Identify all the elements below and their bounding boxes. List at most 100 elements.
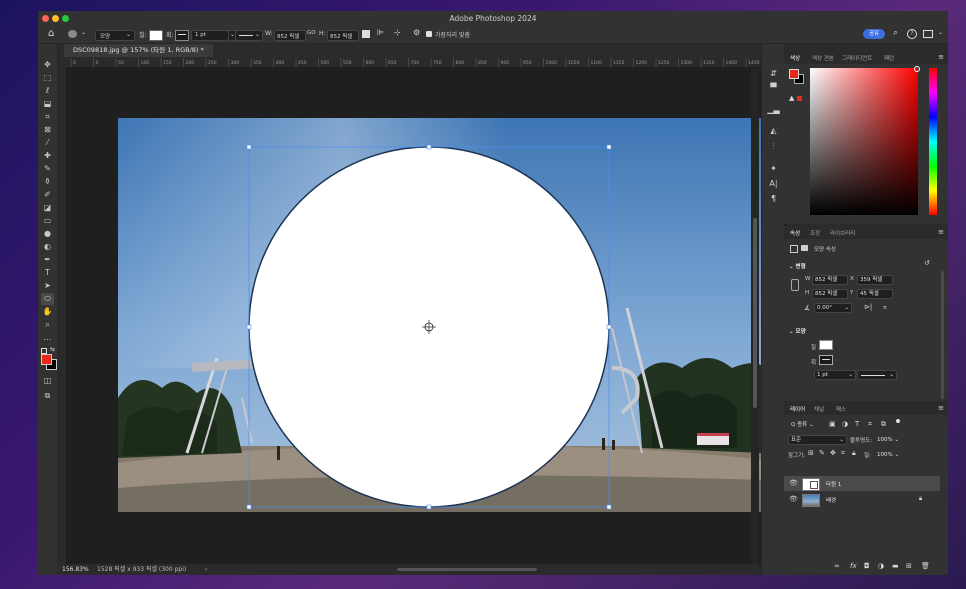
share-button[interactable]: 공유 <box>863 29 885 39</box>
lock-artboard-icon[interactable]: ⌗ <box>841 449 845 458</box>
move-tool-icon[interactable]: ✥ <box>41 59 54 71</box>
adjustment-layer-icon[interactable]: ◑ <box>878 562 884 570</box>
brush-tool-icon[interactable]: ✎ <box>41 163 54 175</box>
align-edges-checkbox[interactable] <box>426 31 432 37</box>
panel-menu-icon[interactable]: ≡ <box>938 53 944 61</box>
vertical-scrollbar[interactable] <box>751 68 759 566</box>
prop-w-field[interactable]: 852 픽셀 <box>812 275 848 285</box>
marquee-tool-icon[interactable]: ⬚ <box>41 72 54 84</box>
blend-mode-select[interactable]: 표준 ⌄ <box>788 435 847 445</box>
help-icon[interactable]: ? <box>907 29 917 39</box>
prop-fill-swatch[interactable] <box>819 340 833 350</box>
filter-smart-object-icon[interactable]: ⧉ <box>881 420 886 429</box>
prop-h-field[interactable]: 852 픽셀 <box>812 289 848 299</box>
path-arrangement-icon[interactable]: ⊹ <box>394 28 401 37</box>
blur-tool-icon[interactable]: ● <box>41 228 54 240</box>
object-selection-tool-icon[interactable]: ⬓ <box>41 98 54 110</box>
screen-mode-icon[interactable]: ⧉ <box>41 390 54 402</box>
tab-channels[interactable]: 채널 <box>814 405 824 413</box>
hue-slider[interactable] <box>929 68 937 215</box>
lock-pixels-icon[interactable]: ✎ <box>819 449 825 457</box>
history-panel-icon[interactable]: ⇵ <box>767 69 780 80</box>
horizontal-scrollbar[interactable] <box>397 568 537 571</box>
new-layer-icon[interactable]: ⊞ <box>906 562 912 570</box>
zoom-tool-icon[interactable]: ⌕ <box>41 319 54 331</box>
stroke-type-select[interactable]: ⌄ <box>235 30 263 41</box>
status-arrow-icon[interactable]: › <box>205 564 207 575</box>
eraser-tool-icon[interactable]: ◪ <box>41 202 54 214</box>
frame-tool-icon[interactable]: ⊠ <box>41 124 54 136</box>
document-canvas[interactable] <box>67 68 787 566</box>
flip-vertical-icon[interactable]: ⌅ <box>882 303 888 311</box>
gear-icon[interactable]: ⚙ <box>413 28 420 37</box>
fill-field[interactable]: 100% ⌄ <box>874 450 902 460</box>
gamut-warning-icon[interactable]: ▲ <box>789 94 794 102</box>
adjustments-panel-icon[interactable]: ⫶ <box>767 142 780 153</box>
height-field[interactable]: 852 픽셀 <box>327 30 359 41</box>
type-tool-icon[interactable]: T <box>41 267 54 279</box>
lock-all-icon[interactable]: 🔒︎ <box>852 449 856 458</box>
gradient-tool-icon[interactable]: ▭ <box>41 215 54 227</box>
filter-toggle-icon[interactable] <box>896 419 900 423</box>
clone-stamp-tool-icon[interactable]: ⚱ <box>41 176 54 188</box>
healing-brush-tool-icon[interactable]: ✚ <box>41 150 54 162</box>
tab-adjustments[interactable]: 조정 <box>810 229 820 237</box>
quick-mask-icon[interactable]: ◫ <box>41 375 54 387</box>
dodge-tool-icon[interactable]: ◐ <box>41 241 54 253</box>
lock-transparent-icon[interactable]: ⊞ <box>808 449 814 457</box>
tab-layers[interactable]: 레이어 <box>790 405 805 413</box>
fill-swatch[interactable] <box>149 30 163 41</box>
appearance-section-header[interactable]: ⌄ 모양 <box>789 327 806 335</box>
gamut-color-chip[interactable] <box>797 96 802 101</box>
foreground-color-chip[interactable] <box>789 69 799 79</box>
layer-filter-select[interactable]: Q 종류 ⌄ <box>788 420 822 430</box>
comments-panel-icon[interactable]: ▀ <box>767 83 780 94</box>
histogram-panel-icon[interactable]: ▁▃ <box>767 105 780 116</box>
panel-menu-icon[interactable]: ≡ <box>938 228 944 236</box>
link-size-icon[interactable] <box>791 279 799 291</box>
zoom-level[interactable]: 156.83% <box>62 564 89 575</box>
more-tools-icon[interactable]: ⋯ <box>41 334 54 346</box>
flip-horizontal-icon[interactable]: ⊳| <box>864 303 872 311</box>
prop-angle-field[interactable]: 0.00° ⌄ <box>814 303 852 313</box>
path-operations-icon[interactable] <box>362 30 370 38</box>
history-brush-tool-icon[interactable]: ✐ <box>41 189 54 201</box>
layer-name[interactable]: 타원 1 <box>826 480 841 488</box>
tab-properties[interactable]: 속성 <box>790 229 800 237</box>
home-icon[interactable]: ⌂ <box>48 28 54 39</box>
canvas-area[interactable] <box>67 68 787 566</box>
search-icon[interactable]: ⌕ <box>893 28 898 38</box>
ellipse-tool-preset-icon[interactable] <box>68 30 77 38</box>
link-dimensions-icon[interactable]: GO <box>307 30 316 36</box>
ellipse-tool-icon[interactable]: ⬭ <box>41 293 54 305</box>
path-selection-tool-icon[interactable]: ➤ <box>41 280 54 292</box>
color-picker-handle[interactable] <box>914 66 920 72</box>
preset-chevron-icon[interactable]: ⌄ <box>81 29 86 36</box>
eye-icon[interactable]: 👁︎ <box>789 495 798 503</box>
lock-position-icon[interactable]: ✥ <box>830 449 836 457</box>
filter-pixel-icon[interactable]: ▣ <box>829 420 836 428</box>
shape-mode-select[interactable]: 모양 ⌄ <box>95 30 135 41</box>
transform-section-header[interactable]: ⌄ 변형 <box>789 262 806 270</box>
lasso-tool-icon[interactable]: ℓ <box>41 85 54 97</box>
tab-gradients[interactable]: 그레이디언트 <box>842 54 872 62</box>
paragraph-panel-icon[interactable]: ¶ <box>767 194 780 205</box>
filter-shape-icon[interactable]: ⌗ <box>868 420 872 429</box>
layer-mask-icon[interactable]: ◘ <box>864 562 870 570</box>
eye-icon[interactable]: 👁︎ <box>789 479 798 487</box>
warning-panel-icon[interactable]: ◭ <box>767 126 780 137</box>
properties-scrollbar[interactable] <box>941 271 944 399</box>
stroke-width-field[interactable]: 1 pt <box>191 30 229 41</box>
tab-swatches[interactable]: 색상 견본 <box>812 54 834 62</box>
document-tab[interactable]: DSC09818.jpg @ 157% (타원 1, RGB/8) * <box>64 44 213 57</box>
prop-stroke-swatch[interactable] <box>819 355 833 365</box>
eyedropper-tool-icon[interactable]: ⁄ <box>41 137 54 149</box>
width-field[interactable]: 852 픽셀 <box>274 30 306 41</box>
tab-libraries[interactable]: 라이브러리 <box>830 229 855 237</box>
reset-transform-icon[interactable]: ↺ <box>924 259 930 267</box>
layer-name[interactable]: 배경 <box>826 496 836 504</box>
layer-row-ellipse[interactable]: 👁︎ 타원 1 <box>784 476 940 491</box>
panel-menu-icon[interactable]: ≡ <box>938 404 944 412</box>
workspace-chevron-icon[interactable]: ⌄ <box>938 29 943 36</box>
prop-stroke-type-select[interactable]: ⌄ <box>857 370 897 380</box>
